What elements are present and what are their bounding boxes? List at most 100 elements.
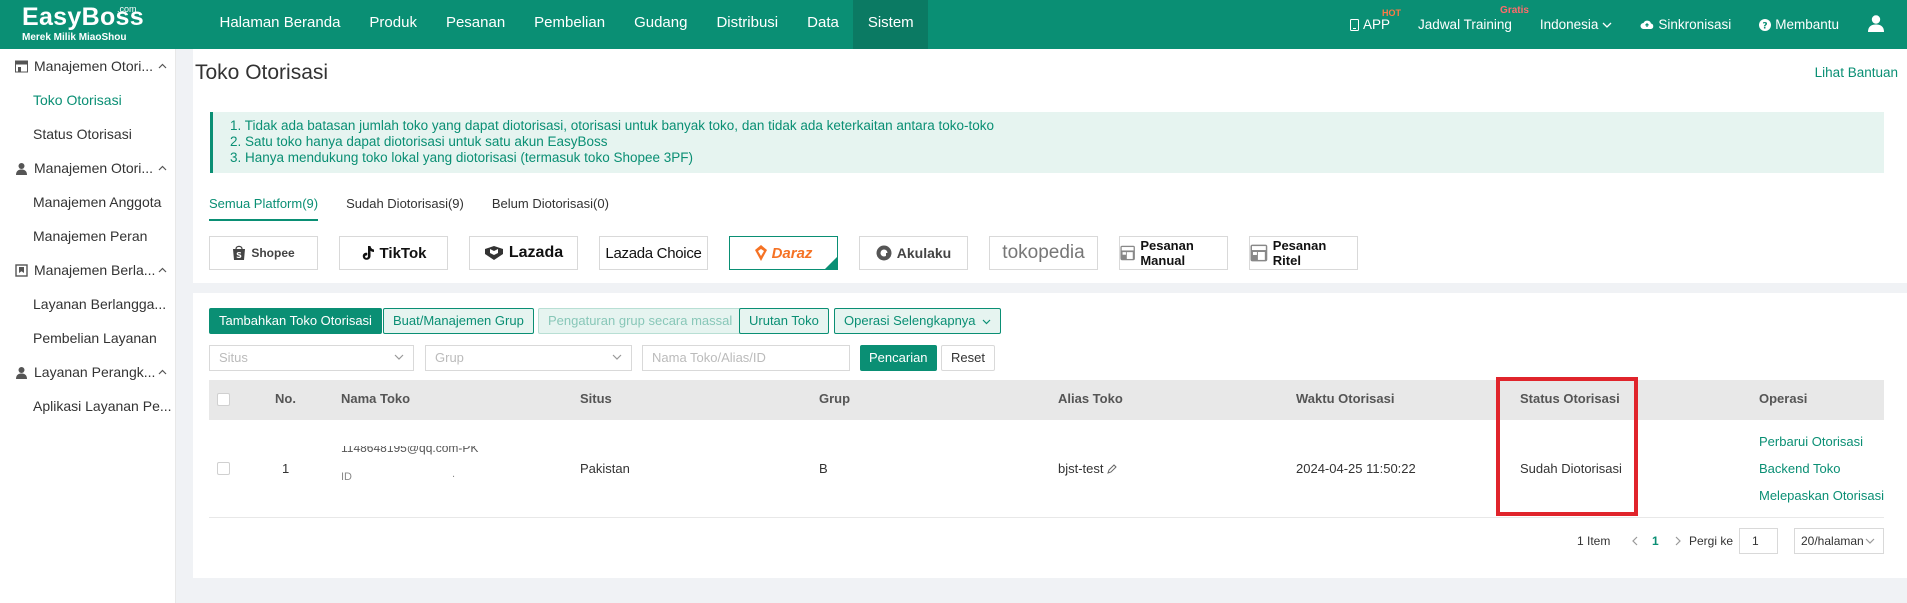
nav-warehouse[interactable]: Gudang: [620, 0, 702, 49]
chevron-right-icon: [1675, 536, 1681, 546]
chevron-up-icon: [158, 165, 167, 171]
user-avatar-icon[interactable]: [1867, 14, 1885, 35]
sidebar-group-member-auth[interactable]: Manajemen Otori...: [0, 151, 175, 185]
notice-line: 2. Satu toko hanya dapat diotorisasi unt…: [230, 134, 608, 149]
col-operations: Operasi: [1759, 391, 1808, 406]
page-size-select[interactable]: 20/halaman: [1794, 528, 1884, 554]
tiktok-icon: [362, 246, 374, 260]
store-icon: [15, 60, 28, 72]
platform-lazada-choice[interactable]: Lazada Choice: [599, 236, 708, 270]
manage-group-button[interactable]: Buat/Manajemen Grup: [383, 308, 534, 334]
phone-icon: [1350, 18, 1360, 31]
bulk-group-button[interactable]: Pengaturan grup secara massal: [538, 308, 743, 334]
tab-authorized[interactable]: Sudah Diotorisasi(9): [346, 196, 464, 221]
user-icon: [16, 366, 27, 379]
col-store-name: Nama Toko: [341, 391, 411, 406]
training-link[interactable]: Jadwal Training Gratis: [1418, 5, 1529, 32]
status-highlight-box: [1496, 377, 1638, 516]
sidebar: Manajemen Otori... Toko Otorisasi Status…: [0, 49, 176, 603]
platform-daraz[interactable]: Daraz: [729, 236, 838, 270]
nav-system[interactable]: Sistem: [853, 0, 929, 49]
app-download-link[interactable]: APP HOT: [1350, 8, 1401, 32]
nav-purchase[interactable]: Pembelian: [520, 0, 620, 49]
add-store-button[interactable]: Tambahkan Toko Otorisasi: [209, 308, 382, 334]
store-search-input[interactable]: Nama Toko/Alias/ID: [642, 345, 850, 371]
more-actions-dropdown[interactable]: Operasi Selengkapnya: [834, 308, 1002, 334]
sync-button[interactable]: Sinkronisasi: [1640, 17, 1731, 32]
row-alias: bjst-test: [1058, 461, 1117, 476]
daraz-icon: [754, 245, 767, 261]
training-label: Jadwal Training: [1418, 17, 1512, 32]
platform-lazada[interactable]: Lazada: [469, 236, 578, 270]
sidebar-group-store-auth[interactable]: Manajemen Otori...: [0, 49, 175, 83]
akulaku-icon: [876, 245, 892, 261]
sidebar-item-manajemen-peran[interactable]: Manajemen Peran: [0, 219, 175, 253]
help-link[interactable]: Lihat Bantuan: [1815, 65, 1898, 80]
goto-label: Pergi ke: [1689, 534, 1734, 548]
sync-label: Sinkronisasi: [1658, 17, 1732, 32]
hot-badge: HOT: [1382, 8, 1402, 18]
page-number-current[interactable]: 1: [1652, 528, 1659, 554]
logo-domain: .com: [117, 4, 137, 14]
platform-label: Lazada: [508, 244, 564, 261]
search-button[interactable]: Pencarian: [860, 345, 937, 371]
tab-all-platforms[interactable]: Semua Platform(9): [209, 196, 319, 221]
nav-home[interactable]: Halaman Beranda: [205, 0, 355, 49]
sidebar-item-status-otorisasi[interactable]: Status Otorisasi: [0, 117, 175, 151]
platform-manual-order[interactable]: Pesanan Manual: [1119, 236, 1228, 270]
chevron-down-icon: [1602, 22, 1612, 28]
retail-order-icon: [1250, 244, 1268, 262]
sidebar-item-toko-otorisasi[interactable]: Toko Otorisasi: [0, 83, 175, 117]
chevron-down-icon: [1863, 538, 1877, 545]
sidebar-group-label: Layanan Perangk...: [34, 364, 156, 380]
platform-tiktok[interactable]: TikTok: [339, 236, 448, 270]
lazada-heart-icon: [484, 246, 503, 260]
sidebar-group-software-services[interactable]: Layanan Perangk...: [0, 355, 175, 389]
site-select[interactable]: Situs: [209, 345, 414, 371]
row-store-id-value: .: [452, 468, 456, 480]
tab-unauthorized[interactable]: Belum Diotorisasi(0): [492, 196, 609, 221]
cloud-icon: [1640, 20, 1654, 29]
prev-page-button[interactable]: [1631, 528, 1638, 554]
svg-text:S: S: [236, 251, 242, 260]
nav-orders[interactable]: Pesanan: [431, 0, 519, 49]
platform-label: Lazada Choice: [605, 244, 702, 262]
renew-auth-link[interactable]: Perbarui Otorisasi: [1759, 434, 1863, 449]
chevron-down-icon: [394, 354, 404, 360]
group-select[interactable]: Grup: [425, 345, 632, 371]
site-select-placeholder: Situs: [219, 350, 248, 365]
row-checkbox[interactable]: [217, 462, 230, 475]
platform-shopee[interactable]: S Shopee: [209, 236, 318, 270]
language-select[interactable]: Indonesia: [1540, 17, 1613, 32]
platform-label: Shopee: [251, 246, 295, 260]
nav-data[interactable]: Data: [793, 0, 854, 49]
nav-distribution[interactable]: Distribusi: [702, 0, 793, 49]
platform-retail-order[interactable]: Pesanan Ritel: [1249, 236, 1358, 270]
notice-line: 1. Tidak ada batasan jumlah toko yang da…: [230, 118, 994, 133]
sidebar-item-aplikasi-layanan[interactable]: Aplikasi Layanan Pe...: [0, 389, 175, 423]
sidebar-group-subscription[interactable]: Manajemen Berla...: [0, 253, 175, 287]
nav-products[interactable]: Produk: [355, 0, 432, 49]
sidebar-item-manajemen-anggota[interactable]: Manajemen Anggota: [0, 185, 175, 219]
row-group: B: [819, 461, 828, 476]
svg-text:?: ?: [1763, 21, 1768, 31]
reset-button[interactable]: Reset: [941, 345, 995, 371]
logo-subtitle: Merek Milik MiaoShou: [22, 32, 127, 43]
platform-akulaku[interactable]: Akulaku: [859, 236, 968, 270]
select-all-checkbox[interactable]: [217, 393, 230, 406]
platform-tokopedia[interactable]: tokopedia: [989, 236, 1098, 270]
logo[interactable]: EasyBoss .com Merek Milik MiaoShou: [22, 3, 152, 43]
manual-order-icon: [1120, 245, 1135, 261]
next-page-button[interactable]: [1675, 528, 1682, 554]
sidebar-item-layanan-berlangganan[interactable]: Layanan Berlangga...: [0, 287, 175, 321]
col-alias: Alias Toko: [1058, 391, 1123, 406]
row-no: 1: [282, 461, 290, 476]
store-order-button[interactable]: Urutan Toko: [739, 308, 829, 334]
col-auth-time: Waktu Otorisasi: [1296, 391, 1395, 406]
edit-pencil-icon[interactable]: [1106, 463, 1117, 474]
release-auth-link[interactable]: Melepaskan Otorisasi: [1759, 488, 1884, 503]
help-button[interactable]: ? Membantu: [1759, 17, 1839, 32]
sidebar-item-pembelian-layanan[interactable]: Pembelian Layanan: [0, 321, 175, 355]
store-backend-link[interactable]: Backend Toko: [1759, 461, 1840, 476]
goto-page-input[interactable]: 1: [1739, 528, 1778, 554]
